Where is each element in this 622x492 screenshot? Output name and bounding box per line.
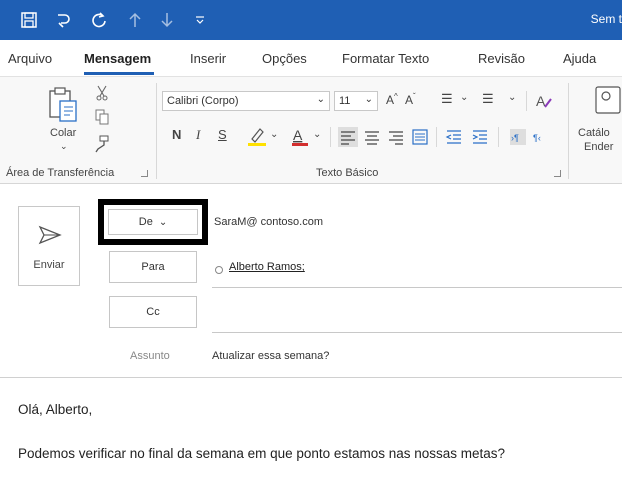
send-icon — [38, 225, 62, 250]
bold-button[interactable]: N — [172, 127, 181, 142]
tab-ajuda[interactable]: Ajuda — [563, 51, 596, 66]
basic-text-group-label: Texto Básico — [316, 167, 379, 179]
ribbon-tabs: Arquivo Mensagem Inserir Opções Formatar… — [0, 40, 622, 76]
decrease-indent-icon[interactable] — [444, 127, 464, 152]
copy-icon[interactable] — [95, 109, 109, 130]
paste-label[interactable]: Colar — [50, 127, 76, 139]
address-book-label-2[interactable]: Ender — [584, 141, 613, 153]
font-size-select[interactable]: 11 ⌄ — [334, 91, 378, 111]
svg-text:A: A — [293, 127, 303, 143]
inline-separator — [498, 127, 499, 147]
underline-button[interactable]: S — [218, 127, 227, 142]
inline-separator — [330, 127, 331, 147]
font-name-chevron-icon: ⌄ — [316, 94, 325, 105]
group-separator — [156, 83, 157, 179]
styles-icon[interactable]: A — [534, 91, 554, 116]
inline-separator — [526, 91, 527, 111]
font-size-chevron-icon: ⌄ — [364, 94, 373, 105]
down-arrow-icon[interactable] — [156, 8, 178, 32]
tab-arquivo[interactable]: Arquivo — [8, 51, 52, 66]
bullets-chevron-icon[interactable]: ⌄ — [460, 92, 468, 103]
svg-text:¶‹: ¶‹ — [533, 133, 541, 143]
numbering-chevron-icon[interactable]: ⌄ — [508, 92, 516, 103]
compose-header — [0, 184, 622, 378]
from-chevron-icon: ⌄ — [158, 216, 168, 228]
cut-icon[interactable] — [95, 85, 109, 106]
clipboard-launcher-icon[interactable] — [141, 170, 148, 177]
message-greeting[interactable]: Olá, Alberto, — [18, 402, 92, 417]
cc-field[interactable] — [212, 332, 622, 333]
font-size-value: 11 — [339, 95, 351, 107]
clipboard-group-label: Área de Transferência — [6, 167, 115, 179]
tab-inserir[interactable]: Inserir — [190, 51, 226, 66]
address-book-icon[interactable] — [594, 85, 622, 120]
redo-icon[interactable] — [86, 8, 112, 32]
highlight-icon[interactable] — [246, 125, 268, 152]
active-tab-indicator — [84, 72, 154, 75]
tab-formatar-texto[interactable]: Formatar Texto — [342, 51, 429, 66]
customize-icon[interactable] — [190, 8, 210, 32]
cc-button[interactable]: Cc — [109, 296, 197, 328]
ribbon: Colar ⌄ Área de Transferência Calibri (C… — [0, 76, 622, 184]
paste-dropdown-icon[interactable]: ⌄ — [60, 141, 68, 152]
to-field-underline — [212, 287, 622, 288]
align-right-icon[interactable] — [386, 127, 406, 152]
send-label: Enviar — [33, 259, 65, 271]
font-color-icon[interactable]: A — [290, 125, 310, 152]
from-label: De — [138, 216, 153, 228]
align-center-icon[interactable] — [362, 127, 382, 152]
inline-separator — [436, 127, 437, 147]
font-color-chevron-icon[interactable]: ⌄ — [313, 129, 321, 140]
from-value[interactable]: SaraM@ contoso.com — [214, 216, 323, 228]
increase-indent-icon[interactable] — [470, 127, 490, 152]
font-name-select[interactable]: Calibri (Corpo) ⌄ — [162, 91, 330, 111]
align-left-icon[interactable] — [338, 127, 358, 147]
highlight-chevron-icon[interactable]: ⌄ — [270, 129, 278, 140]
message-line[interactable]: Podemos verificar no final da semana em … — [18, 446, 505, 461]
format-painter-icon[interactable] — [94, 135, 110, 158]
tab-revisao[interactable]: Revisão — [478, 51, 525, 66]
subject-label: Assunto — [130, 350, 170, 362]
italic-button[interactable]: I — [196, 127, 200, 143]
numbering-icon[interactable]: ☰ — [482, 91, 494, 107]
from-button[interactable]: De ⌄ — [108, 209, 198, 235]
group-separator — [568, 83, 569, 179]
tab-mensagem[interactable]: Mensagem — [84, 51, 151, 66]
svg-text:›¶: ›¶ — [511, 133, 519, 143]
rtl-icon[interactable]: ¶‹ — [532, 129, 548, 150]
to-recipient[interactable]: Alberto Ramos; — [229, 261, 305, 273]
from-button-highlight: De ⌄ — [98, 199, 208, 245]
paste-icon[interactable] — [46, 85, 84, 130]
to-button[interactable]: Para — [109, 251, 197, 283]
send-button[interactable]: Enviar — [18, 206, 80, 286]
up-arrow-icon[interactable] — [124, 8, 146, 32]
subject-input[interactable]: Atualizar essa semana? — [212, 350, 329, 362]
address-book-label-1[interactable]: Catálo — [578, 127, 610, 139]
save-icon[interactable] — [16, 8, 42, 32]
grow-font-button[interactable]: A^ — [386, 92, 398, 107]
undo-icon[interactable] — [50, 8, 76, 32]
title-bar: Sem t — [0, 0, 622, 40]
basic-text-launcher-icon[interactable] — [554, 170, 561, 177]
justify-icon[interactable] — [410, 127, 430, 152]
contact-status-icon — [214, 262, 224, 280]
font-name-value: Calibri (Corpo) — [167, 95, 239, 107]
window-title: Sem t — [590, 12, 622, 26]
bullets-icon[interactable]: ☰ — [441, 91, 453, 107]
shrink-font-button[interactable]: Aˇ — [405, 92, 416, 107]
tab-opcoes[interactable]: Opções — [262, 51, 307, 66]
ltr-icon[interactable]: ›¶ — [510, 129, 526, 145]
